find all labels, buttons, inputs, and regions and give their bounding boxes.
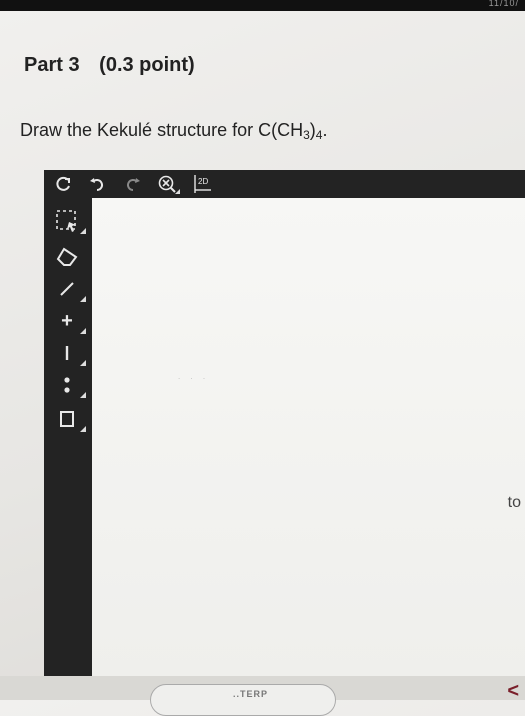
lone-pair-icon[interactable] (52, 370, 86, 400)
submit-button-label: ..TERP (233, 689, 269, 699)
side-text: to (507, 494, 521, 511)
part-points: (0.3 point) (99, 54, 195, 76)
2d-template-icon[interactable]: 2D (192, 173, 214, 195)
question-text: Draw the Kekulé structure for C(CH3)4. (20, 120, 328, 142)
editor-left-toolbar: + (44, 198, 92, 676)
template-label: 2D (198, 177, 208, 186)
refresh-icon[interactable] (52, 173, 74, 195)
zoom-clear-icon[interactable] (156, 173, 180, 195)
add-label: + (61, 309, 73, 332)
editor-top-toolbar: 2D (44, 170, 525, 198)
submit-button[interactable]: ..TERP (150, 684, 336, 716)
date-text: 11/10/ (488, 0, 519, 8)
rectangle-icon[interactable] (52, 404, 86, 434)
select-lasso-icon[interactable] (52, 206, 86, 236)
drawing-canvas[interactable] (92, 198, 525, 676)
undo-icon[interactable] (86, 173, 108, 195)
eraser-icon[interactable] (52, 242, 82, 272)
canvas-dots: . . . (178, 372, 210, 381)
minus-charge-icon[interactable] (52, 338, 86, 368)
add-atom-icon[interactable]: + (52, 306, 86, 336)
part-title: Part 3 (24, 54, 80, 76)
part-heading: Part 3 (0.3 point) (24, 54, 195, 77)
bond-line-icon[interactable] (52, 274, 86, 304)
redo-icon[interactable] (122, 173, 144, 195)
system-top-bar: 11/10/ (0, 0, 525, 11)
